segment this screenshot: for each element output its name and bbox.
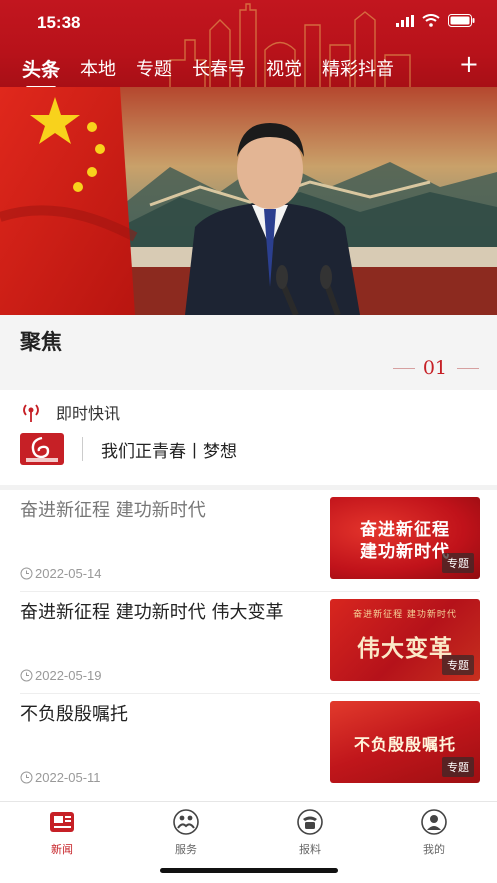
phone-icon — [297, 809, 323, 835]
news-title: 不负殷殷嘱托 — [20, 704, 128, 725]
news-date: 2022-05-14 — [20, 566, 102, 581]
nav-profile-label: 我的 — [423, 843, 445, 856]
topic-badge: 专题 — [442, 553, 474, 573]
nav-report-label: 报料 — [299, 843, 321, 856]
hero-banner-image[interactable] — [0, 87, 497, 315]
signal-icon — [396, 14, 414, 27]
news-thumbnail: 奋进新征程 建功新时代 伟大变革 专题 — [330, 599, 480, 681]
handshake-icon — [173, 809, 199, 835]
carousel-index: 01 — [422, 357, 447, 379]
app-logo-icon — [20, 433, 64, 465]
nav-profile[interactable]: 我的 — [399, 808, 469, 857]
tab-visual[interactable]: 视觉 — [266, 55, 302, 81]
user-icon — [421, 809, 447, 835]
thumbnail-line-1: 奋进新征程 建功新时代 — [353, 610, 457, 620]
focus-section: 聚焦 01 — [0, 315, 497, 390]
thumbnail-line-1: 不负殷殷嘱托 — [353, 735, 456, 754]
wifi-icon — [422, 14, 440, 27]
status-bar: 15:38 — [0, 0, 497, 44]
news-date-text: 2022-05-11 — [35, 770, 101, 785]
focus-title: 聚焦 — [20, 330, 62, 354]
index-divider-right — [457, 368, 479, 369]
topic-badge: 专题 — [442, 757, 474, 777]
news-item[interactable]: 不负殷殷嘱托 2022-05-11 不负殷殷嘱托 专题 — [20, 694, 480, 796]
top-header: 15:38 头条 本地 专题 长春号 视觉 精彩抖音 + — [0, 0, 497, 87]
news-title: 奋进新征程 建功新时代 — [20, 500, 206, 521]
system-indicators — [396, 14, 475, 27]
nav-services[interactable]: 服务 — [151, 808, 221, 857]
news-thumbnail: 奋进新征程 建功新时代 专题 — [330, 497, 480, 579]
news-date: 2022-05-11 — [20, 770, 101, 785]
hero-photo — [0, 87, 497, 315]
news-date-text: 2022-05-14 — [35, 566, 102, 581]
tab-local[interactable]: 本地 — [80, 55, 116, 81]
news-thumbnail: 不负殷殷嘱托 专题 — [330, 701, 480, 783]
nav-services-label: 服务 — [175, 843, 197, 856]
news-item[interactable]: 奋进新征程 建功新时代 2022-05-14 奋进新征程 建功新时代 专题 — [20, 490, 480, 592]
clock-icon — [20, 567, 33, 580]
topic-badge: 专题 — [442, 655, 474, 675]
add-channel-button[interactable]: + — [459, 50, 479, 78]
tab-changchun-accounts[interactable]: 长春号 — [192, 55, 246, 81]
news-date: 2022-05-19 — [20, 668, 102, 683]
news-title: 奋进新征程 建功新时代 伟大变革 — [20, 602, 284, 623]
news-item[interactable]: 奋进新征程 建功新时代 伟大变革 2022-05-19 奋进新征程 建功新时代 … — [20, 592, 480, 694]
flash-news-header: 即时快讯 — [20, 400, 120, 424]
status-time: 15:38 — [37, 13, 81, 32]
tab-douyin[interactable]: 精彩抖音 — [322, 55, 394, 81]
channel-tabs: 头条 本地 专题 长春号 视觉 精彩抖音 — [0, 52, 497, 87]
clock-icon — [20, 771, 33, 784]
clock-icon — [20, 669, 33, 682]
flash-news-section: 即时快讯 我们正青春丨梦想 — [0, 390, 497, 485]
tab-topics[interactable]: 专题 — [136, 55, 172, 81]
nav-news-label: 新闻 — [51, 843, 73, 856]
broadcast-icon — [23, 404, 39, 422]
flash-news-label: 即时快讯 — [56, 404, 121, 423]
nav-news[interactable]: 新闻 — [27, 808, 97, 857]
home-indicator[interactable] — [160, 868, 338, 873]
separator — [82, 437, 83, 461]
flash-news-text: 我们正青春丨梦想 — [101, 441, 237, 462]
newspaper-icon — [50, 812, 74, 832]
tab-headlines[interactable]: 头条 — [22, 55, 60, 87]
nav-report[interactable]: 报料 — [275, 808, 345, 857]
news-date-text: 2022-05-19 — [35, 668, 102, 683]
index-divider-left — [393, 368, 415, 369]
flash-news-item[interactable]: 我们正青春丨梦想 — [20, 433, 237, 465]
battery-icon — [448, 14, 475, 27]
